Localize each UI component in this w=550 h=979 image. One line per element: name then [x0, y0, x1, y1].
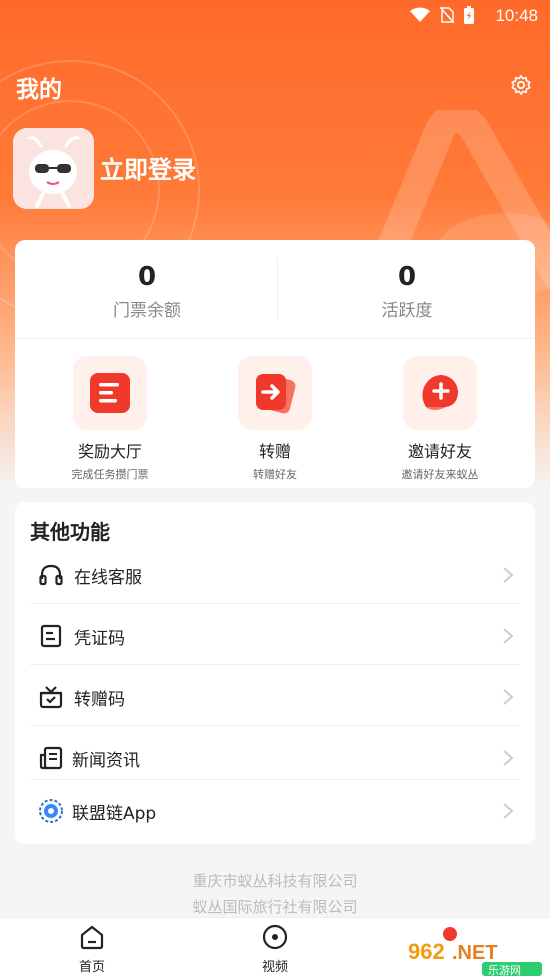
invite-icon [422, 375, 458, 410]
svg-text:.NET: .NET [452, 942, 498, 964]
page-title: 我的 [16, 77, 62, 103]
gear-icon[interactable] [510, 74, 532, 96]
chevron-right-icon [503, 689, 514, 705]
company-name: 重庆市蚁丛科技有限公司 [192, 872, 358, 890]
section-title: 其他功能 [30, 520, 110, 544]
tab-label: 首页 [78, 960, 105, 975]
ticket-balance-stat[interactable]: 0 门票余额 [17, 262, 277, 321]
wifi-icon [410, 7, 430, 22]
feature-subtitle: 邀请好友来蚁丛 [401, 468, 479, 481]
feature-subtitle: 转赠好友 [253, 468, 297, 481]
menu-item-customer-service[interactable]: 在线客服 [30, 544, 520, 604]
activity-stat[interactable]: 0 活跃度 [277, 262, 537, 321]
transfer-icon [256, 374, 296, 414]
no-sim-icon [440, 7, 454, 23]
menu-item-label: 新闻资讯 [72, 751, 140, 771]
status-bar: 10:48 [0, 0, 550, 32]
chevron-right-icon [503, 803, 514, 819]
svg-text:962: 962 [408, 939, 445, 964]
menu-item-transfer-code[interactable]: 转赠码 [30, 666, 520, 726]
stat-value: 0 [397, 262, 417, 292]
feature-title: 邀请好友 [407, 442, 472, 461]
feature-transfer[interactable]: 转赠 转赠好友 [190, 356, 360, 482]
reward-hall-icon [90, 373, 130, 413]
gift-icon [39, 686, 63, 709]
feature-icon-box [403, 356, 477, 430]
other-functions-card: 其他功能 在线客服 凭证码 转赠码 新闻资讯 联盟链App [15, 502, 535, 844]
menu-item-alliance-chain-app[interactable]: 联盟链App [30, 780, 520, 840]
site-watermark-logo: 962 .NET 乐游网 [408, 927, 542, 976]
stat-value: 0 [137, 262, 157, 292]
stat-label: 门票余额 [113, 301, 181, 321]
battery-icon [464, 6, 474, 24]
menu-item-label: 联盟链App [72, 804, 157, 824]
feature-title: 奖励大厅 [77, 442, 142, 461]
menu-item-label: 转赠码 [74, 690, 125, 710]
feature-reward-hall[interactable]: 奖励大厅 完成任务攒门票 [25, 356, 195, 482]
avatar[interactable] [13, 128, 94, 209]
stats-card: 0 门票余额 0 活跃度 奖励大厅 完成任务攒门票 转赠 转赠好友 邀请好友 邀… [15, 240, 535, 488]
video-icon [262, 924, 288, 950]
chain-app-icon [39, 799, 63, 823]
tab-video[interactable]: 视频 [235, 924, 315, 975]
menu-item-label: 在线客服 [74, 568, 142, 588]
chevron-right-icon [503, 628, 514, 644]
feature-title: 转赠 [258, 442, 291, 461]
watermark-text: 乐游网 [488, 964, 521, 976]
tab-label: 视频 [261, 960, 288, 975]
menu-item-news[interactable]: 新闻资讯 [30, 727, 520, 780]
chevron-right-icon [503, 567, 514, 583]
divider [15, 338, 535, 339]
news-icon [39, 746, 63, 770]
company-footer: 重庆市蚁丛科技有限公司 蚁丛国际旅行社有限公司 [0, 868, 550, 920]
feature-icon-box [238, 356, 312, 430]
stat-label: 活跃度 [381, 301, 433, 321]
headset-icon [39, 564, 63, 586]
tab-home[interactable]: 首页 [52, 924, 132, 975]
chevron-right-icon [503, 750, 514, 766]
login-button[interactable]: 立即登录 [100, 150, 196, 185]
ant-mascot-avatar [13, 128, 94, 209]
feature-subtitle: 完成任务攒门票 [71, 468, 149, 481]
feature-invite[interactable]: 邀请好友 邀请好友来蚁丛 [355, 356, 525, 482]
feature-icon-box [73, 356, 147, 430]
status-time: 10:48 [495, 6, 538, 25]
menu-item-voucher-code[interactable]: 凭证码 [30, 605, 520, 665]
menu-item-label: 凭证码 [74, 629, 125, 649]
voucher-icon [40, 624, 62, 648]
home-icon [80, 925, 104, 950]
